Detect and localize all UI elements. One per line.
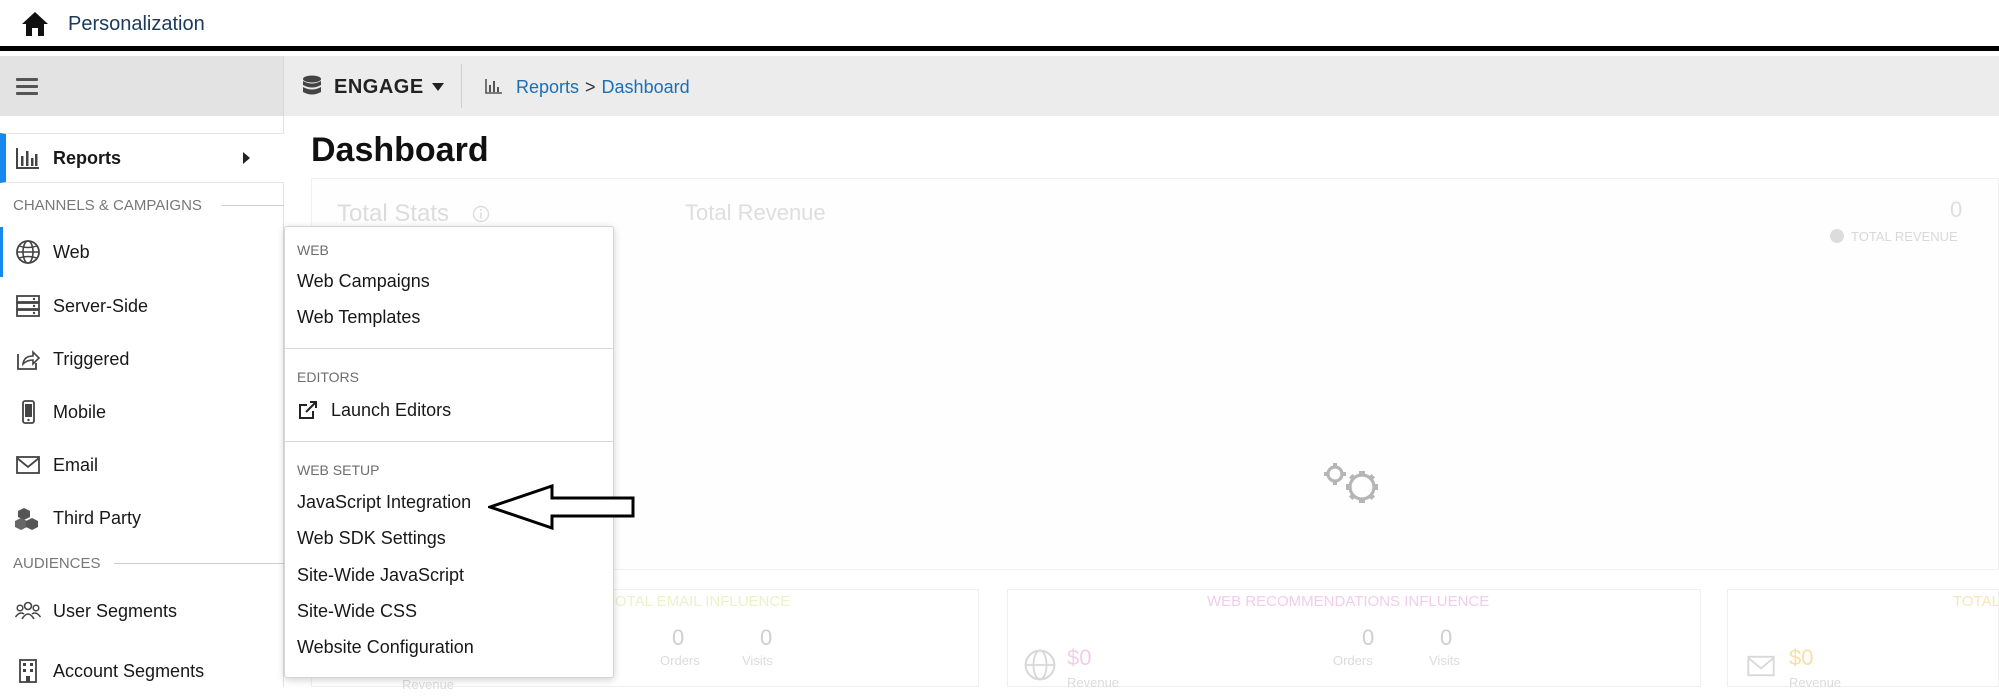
envelope-icon	[1747, 655, 1775, 677]
sidebar-item-mobile[interactable]: Mobile	[0, 387, 284, 437]
section-divider	[222, 205, 284, 206]
menu-item-site-wide-css[interactable]: Site-Wide CSS	[297, 601, 417, 622]
sidebar-item-label: Reports	[53, 147, 122, 168]
sidebar-item-label: Triggered	[53, 348, 130, 369]
bar-chart-icon	[16, 148, 39, 169]
mobile-icon	[22, 400, 35, 424]
dataset-selector[interactable]: ENGAGE	[334, 76, 424, 99]
total-card-label: TOTAL	[1953, 593, 1999, 610]
sidebar-item-label: User Segments	[53, 600, 178, 621]
email-visits-label: Visits	[742, 653, 773, 668]
chevron-right-icon	[243, 152, 250, 164]
external-link-icon	[299, 401, 317, 419]
email-orders-value: 0	[672, 625, 685, 650]
breadcrumb-dashboard[interactable]: Dashboard	[602, 77, 690, 97]
share-icon	[17, 350, 41, 370]
loading-spinner-icon	[1324, 463, 1378, 503]
total-revenue-title: Total Revenue	[685, 200, 826, 225]
legend-dot	[1830, 229, 1844, 243]
web-rec-orders-value: 0	[1362, 625, 1375, 650]
sidebar-item-label: Server-Side	[53, 295, 149, 316]
chevron-down-icon[interactable]	[432, 83, 444, 91]
sidebar-item-server-side[interactable]: Server-Side	[0, 281, 284, 331]
menu-item-launch-editors[interactable]: Launch Editors	[331, 400, 451, 421]
sidebar-item-label: Mobile	[53, 401, 107, 422]
sidebar: Reports CHANNELS & CAMPAIGNS Web Server-…	[0, 116, 284, 687]
sidebar-item-label: Third Party	[53, 507, 142, 528]
web-rec-revenue-value: $0	[1067, 645, 1092, 670]
web-rec-visits-label: Visits	[1429, 653, 1460, 668]
total-card-revenue-label: Revenue	[1789, 675, 1842, 690]
section-divider	[114, 563, 284, 564]
web-dropdown-menu: WEB Web Campaigns Web Templates EDITORS …	[284, 226, 614, 678]
annotation-arrow-icon	[488, 484, 635, 530]
section-heading-channels: CHANNELS & CAMPAIGNS	[13, 197, 202, 214]
sidebar-item-account-segments[interactable]: Account Segments	[0, 646, 284, 696]
email-orders-label: Orders	[660, 653, 700, 668]
database-icon	[303, 75, 321, 95]
breadcrumb: Reports > Dashboard	[516, 77, 690, 98]
sidebar-item-email[interactable]: Email	[0, 440, 284, 490]
globe-icon	[1024, 649, 1056, 681]
section-heading-audiences: AUDIENCES	[13, 555, 101, 572]
menu-item-site-wide-javascript[interactable]: Site-Wide JavaScript	[297, 565, 464, 586]
sidebar-item-label: Email	[53, 454, 99, 475]
menu-item-web-templates[interactable]: Web Templates	[297, 307, 420, 328]
web-rec-influence-label: WEB RECOMMENDATIONS INFLUENCE	[1207, 593, 1490, 610]
globe-icon	[16, 240, 40, 264]
breadcrumb-separator: >	[585, 77, 596, 97]
menu-item-web-campaigns[interactable]: Web Campaigns	[297, 271, 430, 292]
total-revenue-legend: TOTAL REVENUE	[1851, 229, 1958, 244]
page-title: Dashboard	[311, 131, 489, 169]
menu-section-web-setup: WEB SETUP	[297, 462, 380, 478]
email-visits-value: 0	[760, 625, 773, 650]
sidebar-item-label: Account Segments	[53, 660, 205, 681]
envelope-icon	[16, 456, 40, 474]
total-card-revenue-value: $0	[1789, 645, 1814, 670]
web-rec-orders-label: Orders	[1333, 653, 1373, 668]
menu-section-editors: EDITORS	[297, 369, 359, 385]
users-icon	[15, 601, 41, 620]
menu-item-website-configuration[interactable]: Website Configuration	[297, 637, 474, 658]
bar-chart-icon	[485, 79, 502, 94]
app-header: Personalization	[0, 0, 1999, 51]
info-icon[interactable]	[472, 205, 490, 223]
menu-divider	[285, 441, 613, 442]
web-rec-revenue-label: Revenue	[1067, 675, 1120, 690]
sidebar-item-triggered[interactable]: Triggered	[0, 334, 284, 384]
toolbar: ENGAGE Reports > Dashboard	[0, 56, 1999, 116]
total-revenue-value: 0	[1950, 197, 1963, 222]
menu-section-web: WEB	[297, 242, 329, 258]
hamburger-icon[interactable]	[16, 78, 38, 96]
sidebar-item-reports[interactable]: Reports	[0, 133, 284, 183]
menu-item-javascript-integration[interactable]: JavaScript Integration	[297, 492, 471, 513]
menu-divider	[285, 348, 613, 349]
breadcrumb-reports[interactable]: Reports	[516, 77, 579, 97]
sidebar-toggle-area	[0, 56, 284, 116]
web-rec-visits-value: 0	[1440, 625, 1453, 650]
sidebar-item-web[interactable]: Web	[0, 227, 284, 277]
home-icon[interactable]	[20, 10, 50, 38]
sidebar-item-third-party[interactable]: Third Party	[0, 493, 284, 543]
email-influence-label: TOTAL EMAIL INFLUENCE	[606, 593, 791, 610]
total-stats-title: Total Stats	[337, 200, 450, 227]
app-title[interactable]: Personalization	[68, 13, 205, 36]
sidebar-item-label: Web	[53, 241, 90, 262]
sidebar-item-user-segments[interactable]: User Segments	[0, 586, 284, 636]
building-icon	[19, 659, 37, 683]
boxes-icon	[15, 508, 38, 530]
email-revenue-label: Revenue	[402, 677, 455, 692]
server-icon	[16, 295, 40, 317]
menu-item-web-sdk-settings[interactable]: Web SDK Settings	[297, 528, 446, 549]
toolbar-divider	[461, 64, 462, 108]
